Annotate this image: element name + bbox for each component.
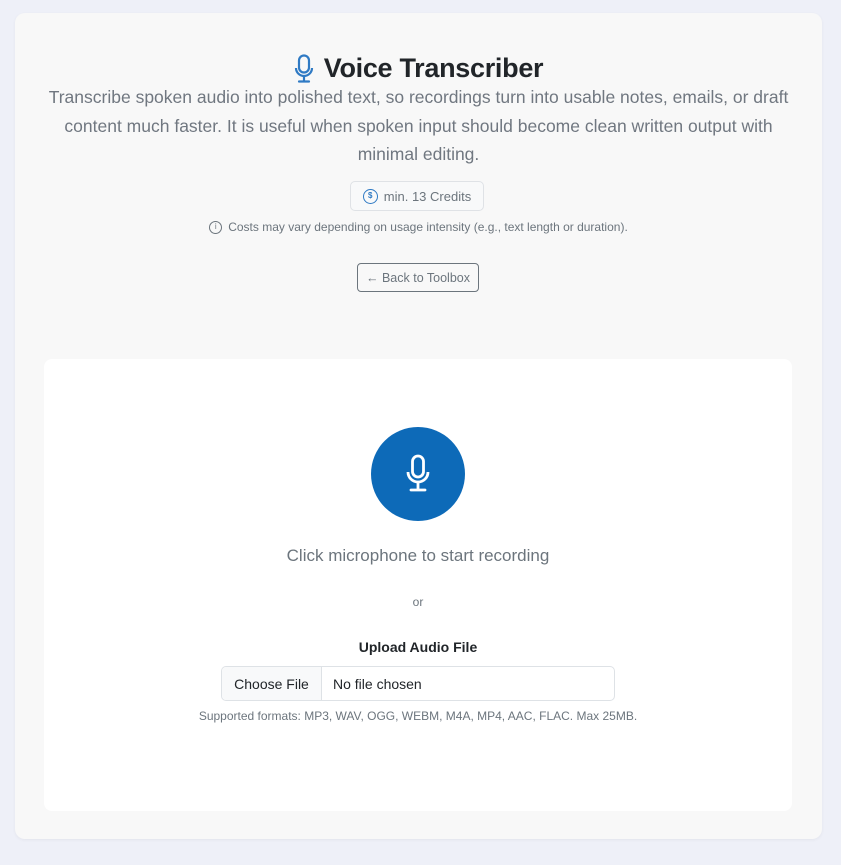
coin-icon: $ <box>362 188 378 204</box>
cost-note: i Costs may vary depending on usage inte… <box>15 220 822 234</box>
credits-label: min. 13 Credits <box>383 188 472 204</box>
credits-badge: $ min. 13 Credits <box>350 181 484 211</box>
recorder-panel: Click microphone to start recording or U… <box>44 359 792 811</box>
back-to-toolbox-button[interactable]: ← Back to Toolbox <box>357 263 479 292</box>
record-hint: Click microphone to start recording <box>286 546 550 565</box>
cost-note-text: Costs may vary depending on usage intens… <box>228 220 628 234</box>
or-separator: or <box>412 595 424 609</box>
microphone-icon <box>294 53 313 83</box>
back-button-label: ← Back to Toolbox <box>366 270 470 285</box>
upload-label: Upload Audio File <box>358 639 478 655</box>
record-microphone-button[interactable] <box>371 427 465 521</box>
title-row: Voice Transcriber <box>15 53 822 84</box>
info-icon: i <box>209 220 223 234</box>
microphone-icon <box>406 454 430 492</box>
page-title: Voice Transcriber <box>323 53 544 83</box>
choose-file-button[interactable]: Choose File <box>222 667 322 700</box>
main-card: Voice Transcriber Transcribe spoken audi… <box>15 13 822 839</box>
audio-file-input[interactable]: Choose File No file chosen <box>221 666 615 701</box>
file-status: No file chosen <box>333 675 422 692</box>
supported-formats-hint: Supported formats: MP3, WAV, OGG, WEBM, … <box>198 709 638 723</box>
page-description: Transcribe spoken audio into polished te… <box>48 87 789 164</box>
